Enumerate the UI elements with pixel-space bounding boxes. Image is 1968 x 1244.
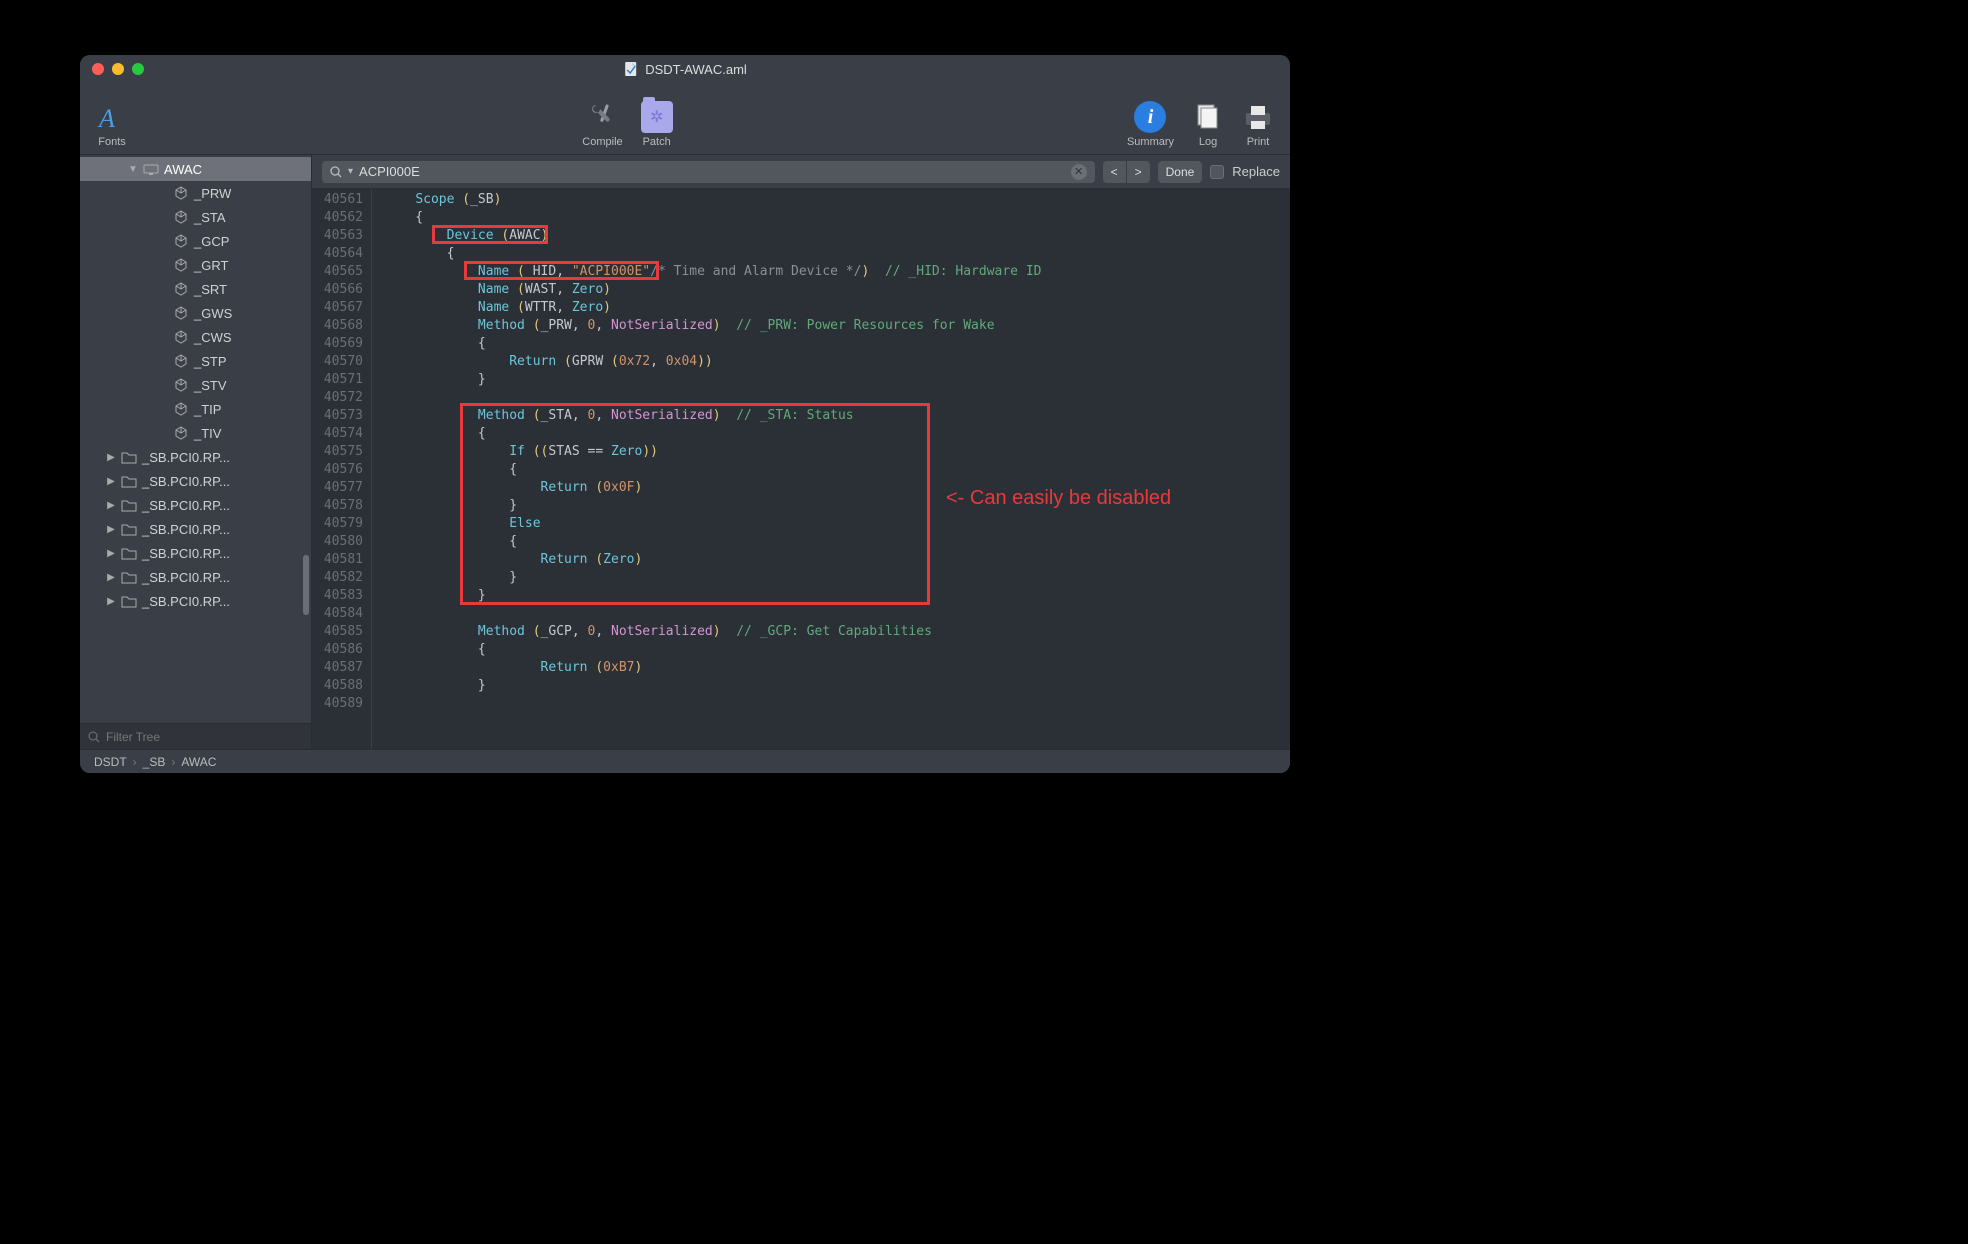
fonts-icon: A — [96, 101, 128, 133]
search-icon — [330, 166, 342, 178]
fonts-label: Fonts — [98, 136, 126, 148]
filter-tree-field[interactable]: Filter Tree — [80, 723, 311, 749]
close-button[interactable] — [92, 63, 104, 75]
titlebar: DSDT-AWAC.aml — [80, 55, 1290, 83]
breadcrumb-item[interactable]: AWAC — [181, 755, 216, 769]
sidebar-scrollbar[interactable] — [303, 555, 309, 615]
log-label: Log — [1199, 136, 1217, 148]
breadcrumb-item[interactable]: DSDT — [94, 755, 127, 769]
tree-item[interactable]: ▶_SB.PCI0.RP... — [80, 541, 311, 565]
patch-label: Patch — [643, 136, 671, 148]
search-field[interactable]: ▾ ACPI000E ✕ — [322, 161, 1095, 183]
sidebar: ▼AWAC_PRW_STA_GCP_GRT_SRT_GWS_CWS_STP_ST… — [80, 155, 312, 749]
tree-item[interactable]: _STP — [80, 349, 311, 373]
tree-item[interactable]: ▶_SB.PCI0.RP... — [80, 493, 311, 517]
code-editor[interactable]: 40561 40562 40563 40564 40565 40566 4056… — [312, 189, 1290, 749]
info-icon: i — [1134, 101, 1166, 133]
clear-search-button[interactable]: ✕ — [1071, 164, 1087, 180]
tree-item[interactable]: _GWS — [80, 301, 311, 325]
code-content[interactable]: Scope (_SB) { Device (AWAC) { Name (_HID… — [372, 189, 1290, 749]
summary-label: Summary — [1127, 136, 1174, 148]
replace-checkbox[interactable] — [1210, 165, 1224, 179]
tree-item[interactable]: _GRT — [80, 253, 311, 277]
tree-view[interactable]: ▼AWAC_PRW_STA_GCP_GRT_SRT_GWS_CWS_STP_ST… — [80, 155, 311, 723]
log-button[interactable]: Log — [1192, 101, 1224, 148]
replace-label: Replace — [1232, 164, 1280, 179]
tree-item[interactable]: ▶_SB.PCI0.RP... — [80, 517, 311, 541]
done-button[interactable]: Done — [1158, 161, 1203, 183]
search-value: ACPI000E — [359, 164, 420, 179]
tree-item[interactable]: _CWS — [80, 325, 311, 349]
printer-icon — [1242, 101, 1274, 133]
stack-icon — [1192, 101, 1224, 133]
patch-button[interactable]: ✲ Patch — [641, 101, 673, 148]
fonts-button[interactable]: A Fonts — [96, 101, 128, 148]
document-icon — [623, 61, 639, 77]
print-button[interactable]: Print — [1242, 101, 1274, 148]
zoom-button[interactable] — [132, 63, 144, 75]
window-title: DSDT-AWAC.aml — [623, 61, 747, 77]
tree-item[interactable]: _GCP — [80, 229, 311, 253]
tree-item[interactable]: _SRT — [80, 277, 311, 301]
tree-item[interactable]: _PRW — [80, 181, 311, 205]
app-window: DSDT-AWAC.aml A Fonts Compile ✲ Patch i … — [80, 55, 1290, 773]
tree-item[interactable]: ▶_SB.PCI0.RP... — [80, 565, 311, 589]
search-icon — [88, 731, 100, 743]
tools-icon — [586, 101, 618, 133]
summary-button[interactable]: i Summary — [1127, 101, 1174, 148]
tree-item-awac[interactable]: ▼AWAC — [80, 157, 311, 181]
search-bar: ▾ ACPI000E ✕ < > Done Replace — [312, 155, 1290, 189]
svg-text:A: A — [97, 104, 115, 133]
tree-item[interactable]: _STV — [80, 373, 311, 397]
toolbar: A Fonts Compile ✲ Patch i Summary — [80, 83, 1290, 155]
tree-item[interactable]: _STA — [80, 205, 311, 229]
window-controls — [92, 63, 144, 75]
print-label: Print — [1247, 136, 1270, 148]
search-nav: < > — [1103, 161, 1150, 183]
line-gutter: 40561 40562 40563 40564 40565 40566 4056… — [312, 189, 372, 749]
annotation-text: <- Can easily be disabled — [946, 489, 1171, 507]
minimize-button[interactable] — [112, 63, 124, 75]
tree-item[interactable]: _TIP — [80, 397, 311, 421]
tree-item[interactable]: ▶_SB.PCI0.RP... — [80, 469, 311, 493]
chevron-down-icon[interactable]: ▾ — [348, 166, 353, 177]
compile-label: Compile — [582, 136, 622, 148]
search-prev-button[interactable]: < — [1103, 161, 1127, 183]
filter-placeholder: Filter Tree — [106, 730, 160, 744]
search-next-button[interactable]: > — [1127, 161, 1150, 183]
tree-item[interactable]: _TIV — [80, 421, 311, 445]
tree-item[interactable]: ▶_SB.PCI0.RP... — [80, 445, 311, 469]
folder-gear-icon: ✲ — [641, 101, 673, 133]
compile-button[interactable]: Compile — [582, 101, 622, 148]
tree-item[interactable]: ▶_SB.PCI0.RP... — [80, 589, 311, 613]
breadcrumb[interactable]: DSDT › _SB › AWAC — [80, 749, 1290, 773]
breadcrumb-item[interactable]: _SB — [143, 755, 166, 769]
